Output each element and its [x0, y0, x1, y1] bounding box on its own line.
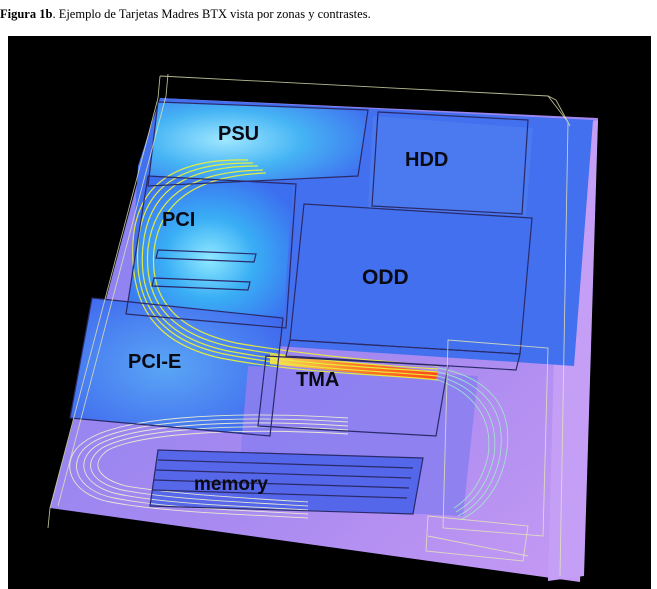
zone-label-pci: PCI — [162, 209, 195, 231]
hdd-flow-zone — [368, 116, 533, 216]
zone-label-odd: ODD — [362, 266, 409, 289]
motherboard-thermal-figure: PSU HDD PCI ODD PCI-E TMA memory — [8, 36, 651, 589]
thermal-visualization: PSU HDD PCI ODD PCI-E TMA memory — [47, 73, 598, 582]
figure-caption-text: . Ejemplo de Tarjetas Madres BTX vista p… — [52, 7, 371, 21]
zone-label-memory: memory — [194, 474, 268, 495]
zone-label-hdd: HDD — [405, 149, 448, 171]
zone-label-tma: TMA — [296, 369, 339, 391]
zone-label-pcie: PCI-E — [128, 351, 181, 373]
figure-caption-label: Figura 1b — [0, 7, 53, 21]
pci-flow-zone — [126, 176, 293, 326]
figure-caption: Figura 1b. Ejemplo de Tarjetas Madres BT… — [0, 3, 657, 25]
zone-label-psu: PSU — [218, 123, 259, 145]
